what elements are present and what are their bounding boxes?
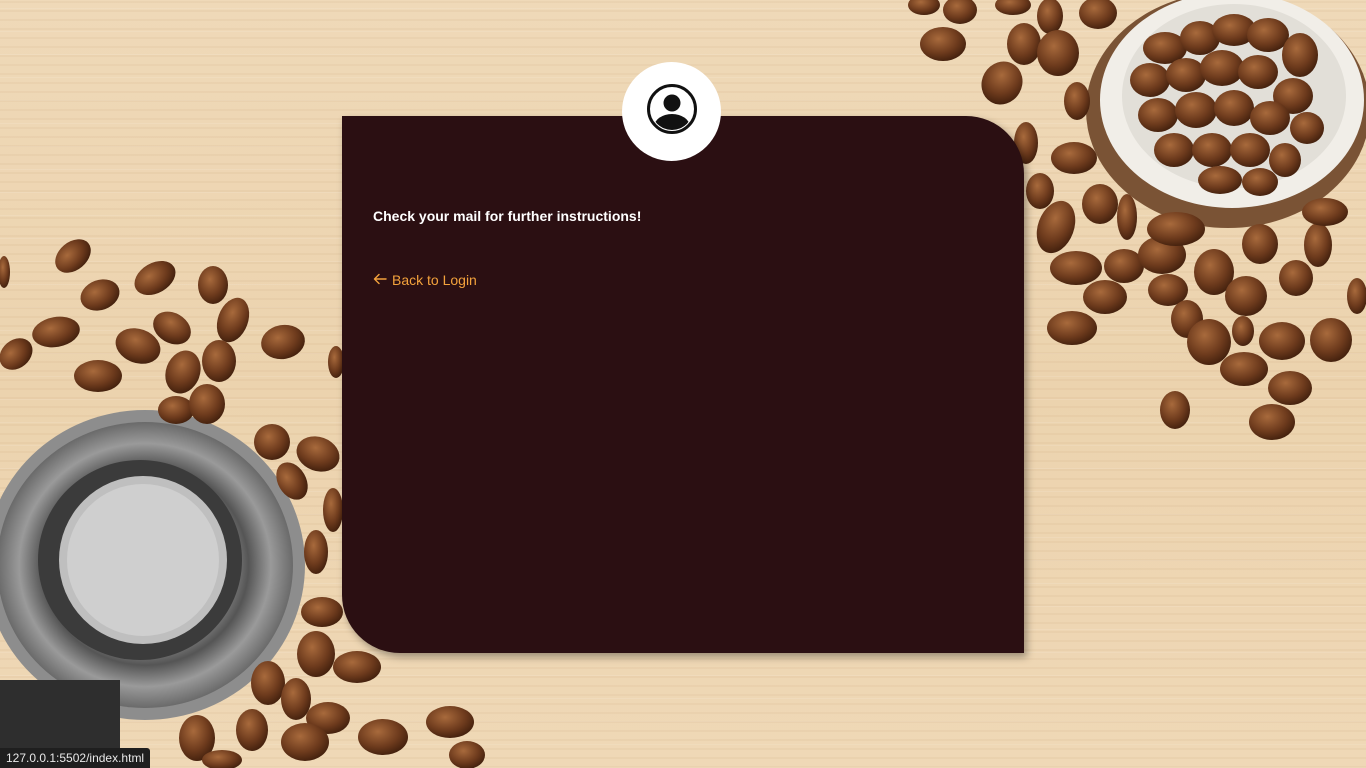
portafilter-image xyxy=(0,410,305,768)
back-to-login-label: Back to Login xyxy=(392,272,477,288)
back-to-login-link[interactable]: Back to Login xyxy=(373,272,477,288)
user-circle-icon xyxy=(646,83,698,140)
coffee-cup-image xyxy=(1086,0,1366,228)
avatar xyxy=(622,62,721,161)
confirmation-message: Check your mail for further instructions… xyxy=(373,208,642,224)
arrow-left-icon xyxy=(373,272,387,288)
status-bar-url: 127.0.0.1:5502/index.html xyxy=(0,748,151,768)
forgot-password-card: Check your mail for further instructions… xyxy=(342,116,1024,653)
